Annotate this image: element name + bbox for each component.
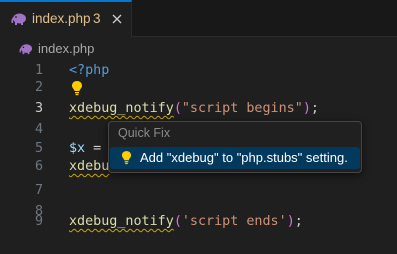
- line-number: 2: [34, 80, 43, 95]
- problem-count-badge: 3: [93, 11, 101, 26]
- tab-index-php[interactable]: index.php 3: [0, 0, 132, 37]
- tab-bar: index.php 3: [0, 0, 397, 37]
- editor-window: index.php 3 index.php 1 <?php 2 3 xdebug…: [0, 0, 397, 254]
- line-content: xdebug_notify('script ends');: [69, 211, 303, 232]
- code-line: 3 xdebug_notify("script begins");: [0, 98, 397, 119]
- semicolon: ;: [310, 101, 319, 116]
- paren-open: (: [173, 101, 182, 116]
- breadcrumb-filename[interactable]: index.php: [38, 41, 94, 56]
- line-number: 7: [34, 183, 43, 198]
- lightbulb-icon: [121, 151, 132, 165]
- function-call[interactable]: xdebug_notify: [69, 101, 174, 116]
- line-number: 3: [34, 101, 43, 116]
- string-literal: 'script ends': [181, 214, 287, 229]
- paren-close: ): [302, 101, 311, 116]
- quick-fix-menu: Quick Fix Add "xdebug" to "php.stubs" se…: [108, 121, 362, 173]
- assignment-operator: =: [85, 141, 102, 156]
- php-open-tag: <?php: [69, 63, 110, 78]
- line-number: 6: [34, 159, 43, 174]
- function-call[interactable]: xdebu: [69, 159, 109, 174]
- quick-fix-title: Quick Fix: [118, 126, 171, 140]
- paren-open: (: [173, 214, 182, 229]
- code-line: 2: [0, 77, 397, 98]
- semicolon: ;: [294, 214, 303, 229]
- quick-fix-item-label: Add "xdebug" to "php.stubs" setting.: [140, 150, 348, 165]
- paren-close: ): [286, 214, 295, 229]
- string-literal: "script begins": [181, 101, 303, 116]
- variable: $x: [69, 141, 86, 156]
- code-line: 7: [0, 180, 397, 201]
- breadcrumb: index.php: [0, 38, 397, 60]
- quick-fix-item[interactable]: Add "xdebug" to "php.stubs" setting.: [110, 147, 360, 169]
- line-number: 9: [34, 214, 43, 229]
- lightbulb-icon[interactable]: [71, 80, 83, 96]
- line-number: 4: [34, 122, 43, 137]
- line-content: xdebug_notify("script begins");: [69, 98, 319, 119]
- php-elephant-icon: [19, 44, 32, 55]
- function-call[interactable]: xdebug_notify: [69, 214, 174, 229]
- code-line: 9 xdebug_notify('script ends');: [0, 211, 397, 232]
- php-elephant-icon: [11, 13, 26, 25]
- tab-label: index.php: [32, 11, 91, 26]
- close-icon[interactable]: [108, 10, 126, 28]
